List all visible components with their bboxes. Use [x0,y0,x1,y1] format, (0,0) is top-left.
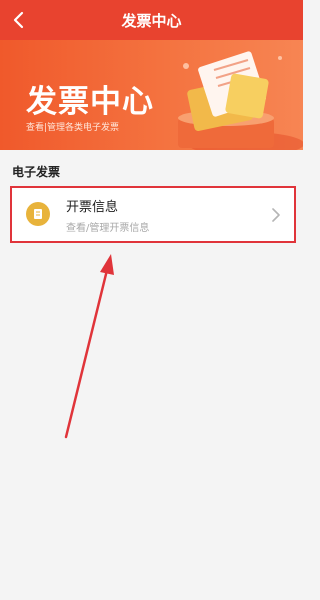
invoice-illustration [178,51,303,150]
section-title-e-invoice: 电子发票 [12,165,61,179]
invoice-icon [26,202,50,226]
invoice-center-banner: 发票中心 查看|管理各类电子发票 [0,40,303,150]
invoice-info-title: 开票信息 [66,200,119,215]
top-nav-bar: 发票中心 [0,0,303,40]
chevron-right-icon [272,208,280,222]
page-title: 发票中心 [121,12,182,30]
banner-subtitle: 查看|管理各类电子发票 [26,123,120,133]
invoice-info-row[interactable]: 开票信息 查看/管理开票信息 [10,186,296,243]
invoice-info-subtitle: 查看/管理开票信息 [66,223,150,234]
banner-title: 发票中心 [26,84,154,120]
